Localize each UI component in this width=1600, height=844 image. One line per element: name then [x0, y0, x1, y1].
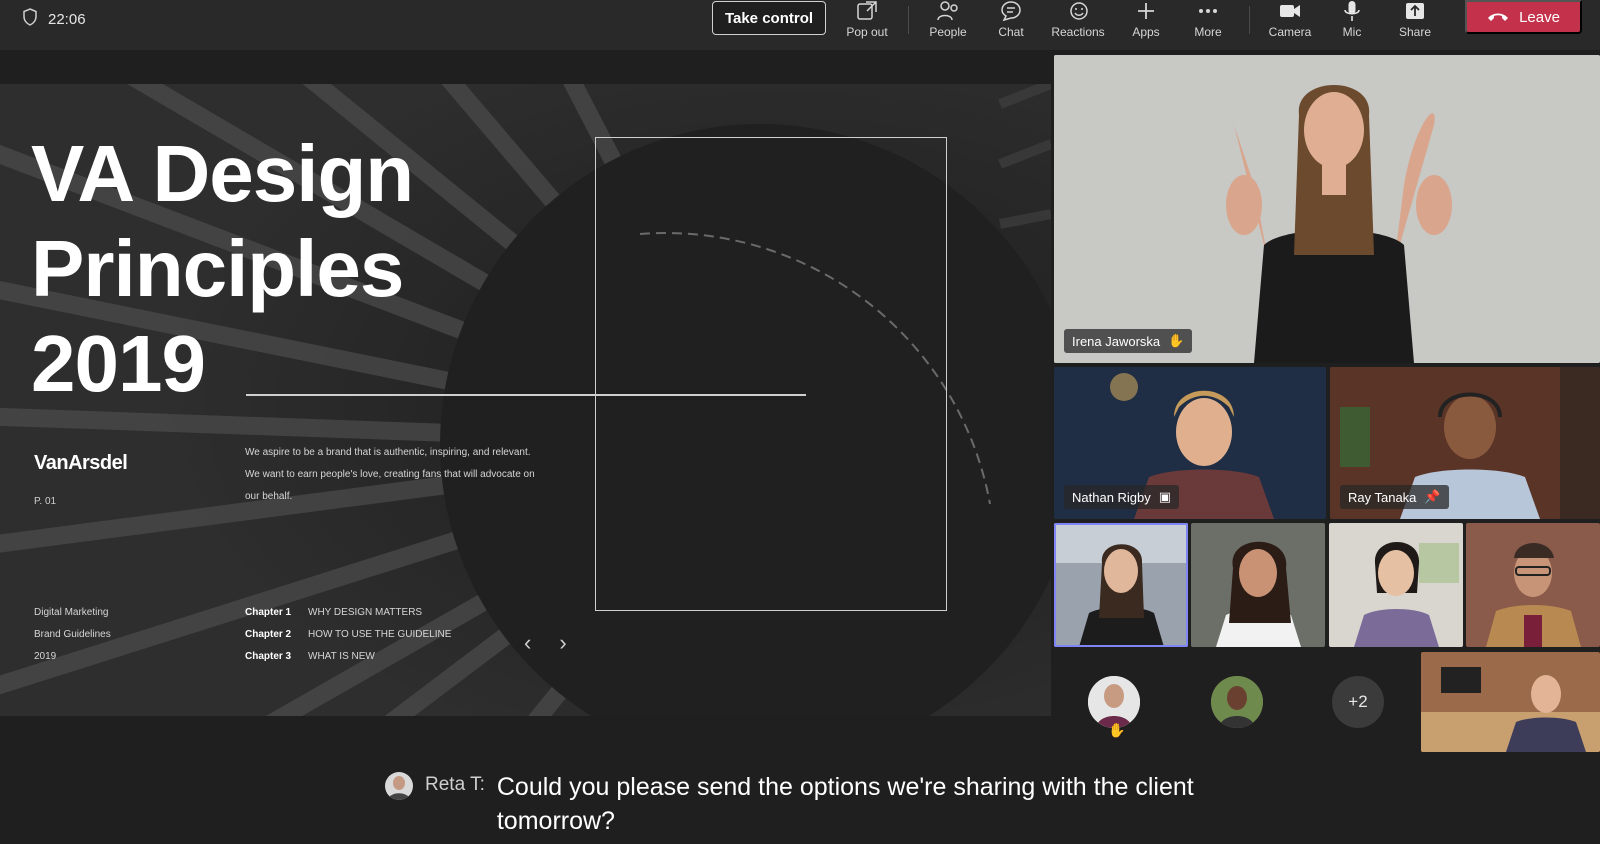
- more-participants-button[interactable]: +2: [1332, 676, 1384, 728]
- live-caption: Reta T: Could you please send the option…: [385, 770, 1217, 838]
- share-button[interactable]: Share: [1385, 0, 1445, 46]
- camera-label: Camera: [1268, 25, 1312, 39]
- chapter-item: Chapter 3 WHAT IS NEW: [245, 651, 375, 662]
- shared-presentation: VA Design Principles 2019 VanArsdel P. 0…: [0, 84, 1051, 716]
- popout-icon: [857, 1, 877, 20]
- video-tile-participant[interactable]: [1421, 652, 1600, 752]
- leave-button[interactable]: Leave: [1465, 0, 1582, 34]
- popout-label: Pop out: [846, 25, 888, 39]
- take-control-button[interactable]: Take control: [712, 1, 826, 35]
- raised-hand-icon: ✋: [1108, 722, 1126, 738]
- camera-button[interactable]: Camera: [1260, 0, 1320, 46]
- participant-video: [1054, 523, 1188, 647]
- caption-text: Could you please send the options we're …: [496, 773, 1194, 835]
- meeting-timer: 22:06: [22, 8, 86, 30]
- apps-label: Apps: [1132, 25, 1160, 39]
- caption-speaker: Reta T:: [425, 774, 485, 795]
- chat-icon: [1001, 1, 1021, 22]
- participant-name-tag: Irena Jaworska ✋: [1064, 329, 1193, 353]
- apps-button[interactable]: Apps: [1116, 0, 1176, 46]
- people-button[interactable]: People: [918, 0, 978, 46]
- video-tile-participant[interactable]: [1329, 523, 1463, 647]
- slide-page-number: P. 01: [34, 496, 57, 507]
- people-label: People: [929, 25, 967, 39]
- timer-label: 22:06: [48, 10, 86, 28]
- slide-title: VA Design Principles 2019: [31, 129, 414, 408]
- next-slide-button[interactable]: ›: [559, 630, 566, 656]
- participant-video: [1329, 523, 1463, 647]
- participant-video: [1191, 523, 1325, 647]
- plus-icon: [1138, 3, 1154, 19]
- share-icon: [1406, 3, 1424, 19]
- participant-avatar[interactable]: [1088, 676, 1140, 728]
- chat-button[interactable]: Chat: [981, 0, 1041, 46]
- video-tile-participant[interactable]: [1191, 523, 1325, 647]
- meeting-toolbar: 22:06 Take control Pop out People Chat R…: [0, 0, 1600, 50]
- slide-meta: Digital Marketing Brand Guidelines 2019: [34, 607, 111, 662]
- chat-label: Chat: [998, 25, 1024, 39]
- participant-name-tag: Ray Tanaka 📌: [1340, 485, 1449, 509]
- raised-hand-icon: ✋: [1168, 333, 1185, 348]
- shield-icon: [22, 8, 38, 30]
- more-icon: [1199, 9, 1217, 13]
- reactions-icon: [1070, 2, 1088, 20]
- slide-frame-decoration: [595, 137, 947, 611]
- more-button[interactable]: More: [1178, 0, 1238, 46]
- video-tile-nathan[interactable]: Nathan Rigby ▣: [1054, 367, 1326, 519]
- leave-label: Leave: [1519, 8, 1560, 26]
- participant-video: [1421, 652, 1600, 752]
- popout-button[interactable]: Pop out: [837, 0, 897, 46]
- camera-icon: [1280, 5, 1300, 17]
- reactions-button[interactable]: Reactions: [1048, 0, 1108, 46]
- video-tile-participant[interactable]: [1466, 523, 1600, 647]
- video-tile-ray[interactable]: Ray Tanaka 📌: [1330, 367, 1600, 519]
- screen-share-icon: ▣: [1158, 489, 1172, 504]
- chapter-item: Chapter 1 WHY DESIGN MATTERS: [245, 607, 423, 618]
- chapter-item: Chapter 2 HOW TO USE THE GUIDELINE: [245, 629, 452, 640]
- participant-video: [1466, 523, 1600, 647]
- video-tile-participant[interactable]: [1054, 523, 1188, 647]
- phone-hangup-icon: [1488, 13, 1509, 21]
- speaker-avatar: [385, 772, 413, 800]
- share-label: Share: [1398, 25, 1432, 39]
- previous-slide-button[interactable]: ‹: [524, 630, 531, 656]
- video-tile-irena[interactable]: Irena Jaworska ✋: [1054, 55, 1600, 363]
- slide-navigation: ‹ ›: [524, 630, 567, 656]
- mic-button[interactable]: Mic: [1322, 0, 1382, 46]
- participant-avatar[interactable]: [1211, 676, 1263, 728]
- slide-description: We aspire to be a brand that is authenti…: [245, 447, 535, 502]
- toolbar-divider: [1249, 6, 1250, 34]
- mic-icon: [1344, 1, 1360, 21]
- mic-label: Mic: [1342, 25, 1362, 39]
- more-label: More: [1194, 25, 1222, 39]
- participant-video: [1054, 55, 1600, 363]
- people-icon: [937, 1, 958, 21]
- chapter-list: Chapter 1 WHY DESIGN MATTERS Chapter 2 HOW…: [245, 602, 451, 668]
- toolbar-divider: [908, 6, 909, 34]
- participant-name-tag: Nathan Rigby ▣: [1064, 485, 1180, 509]
- slide-divider: [246, 394, 806, 396]
- pin-icon: 📌: [1424, 489, 1441, 504]
- reactions-label: Reactions: [1051, 25, 1105, 39]
- brand-logo: VanArsdel: [34, 452, 128, 474]
